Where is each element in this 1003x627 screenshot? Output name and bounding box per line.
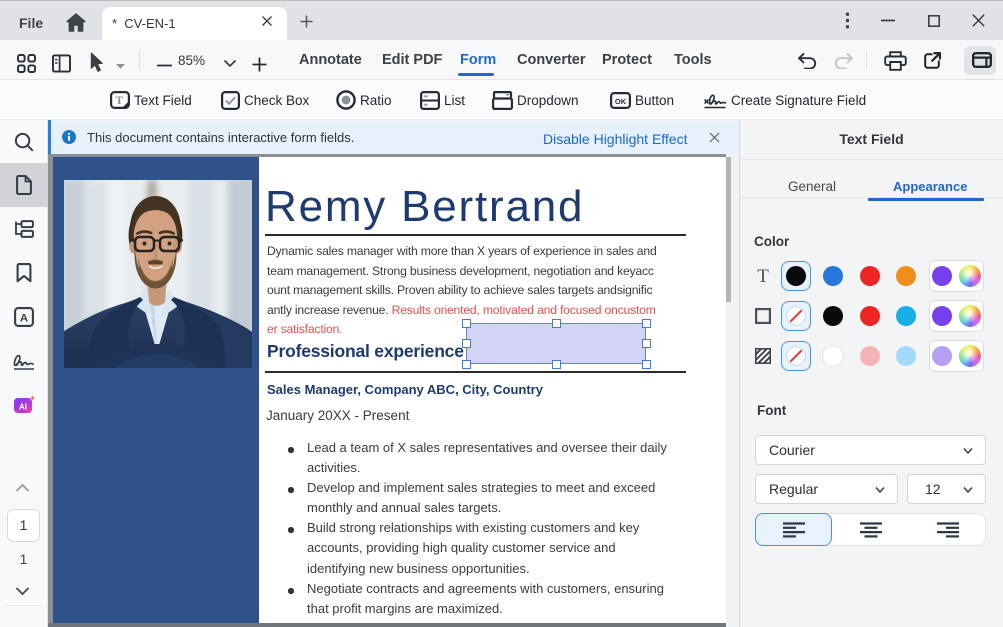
svg-text:A: A (20, 312, 28, 324)
svg-text:AI: AI (19, 403, 27, 412)
svg-text:OK: OK (615, 96, 627, 105)
svg-text:T: T (115, 93, 123, 107)
